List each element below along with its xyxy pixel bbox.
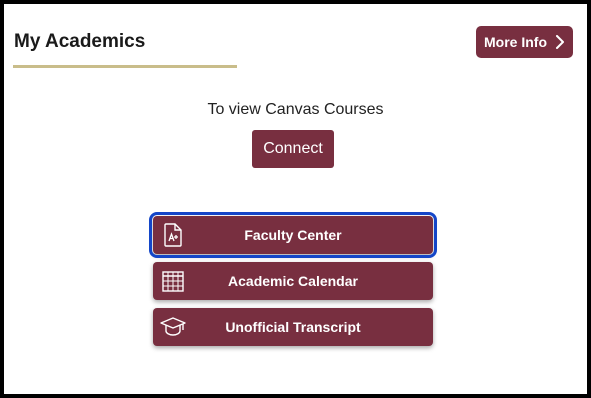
faculty-center-button[interactable]: Faculty Center bbox=[149, 212, 437, 258]
document-grade-icon bbox=[153, 216, 193, 254]
academic-calendar-label: Academic Calendar bbox=[228, 273, 358, 289]
connect-button[interactable]: Connect bbox=[252, 130, 334, 168]
my-academics-card: My Academics More Info To view Canvas Co… bbox=[0, 0, 591, 398]
page-title: My Academics bbox=[14, 31, 146, 52]
more-info-button[interactable]: More Info bbox=[476, 26, 573, 58]
unofficial-transcript-button[interactable]: Unofficial Transcript bbox=[153, 308, 433, 346]
more-info-label: More Info bbox=[484, 34, 547, 50]
canvas-prompt: To view Canvas Courses bbox=[207, 101, 384, 118]
faculty-center-label: Faculty Center bbox=[244, 227, 342, 243]
calendar-icon bbox=[153, 262, 193, 300]
title-underline bbox=[13, 65, 237, 68]
academic-calendar-button[interactable]: Academic Calendar bbox=[153, 262, 433, 300]
chevron-right-icon bbox=[556, 35, 564, 49]
graduation-cap-icon bbox=[153, 308, 193, 346]
unofficial-transcript-label: Unofficial Transcript bbox=[225, 319, 361, 335]
